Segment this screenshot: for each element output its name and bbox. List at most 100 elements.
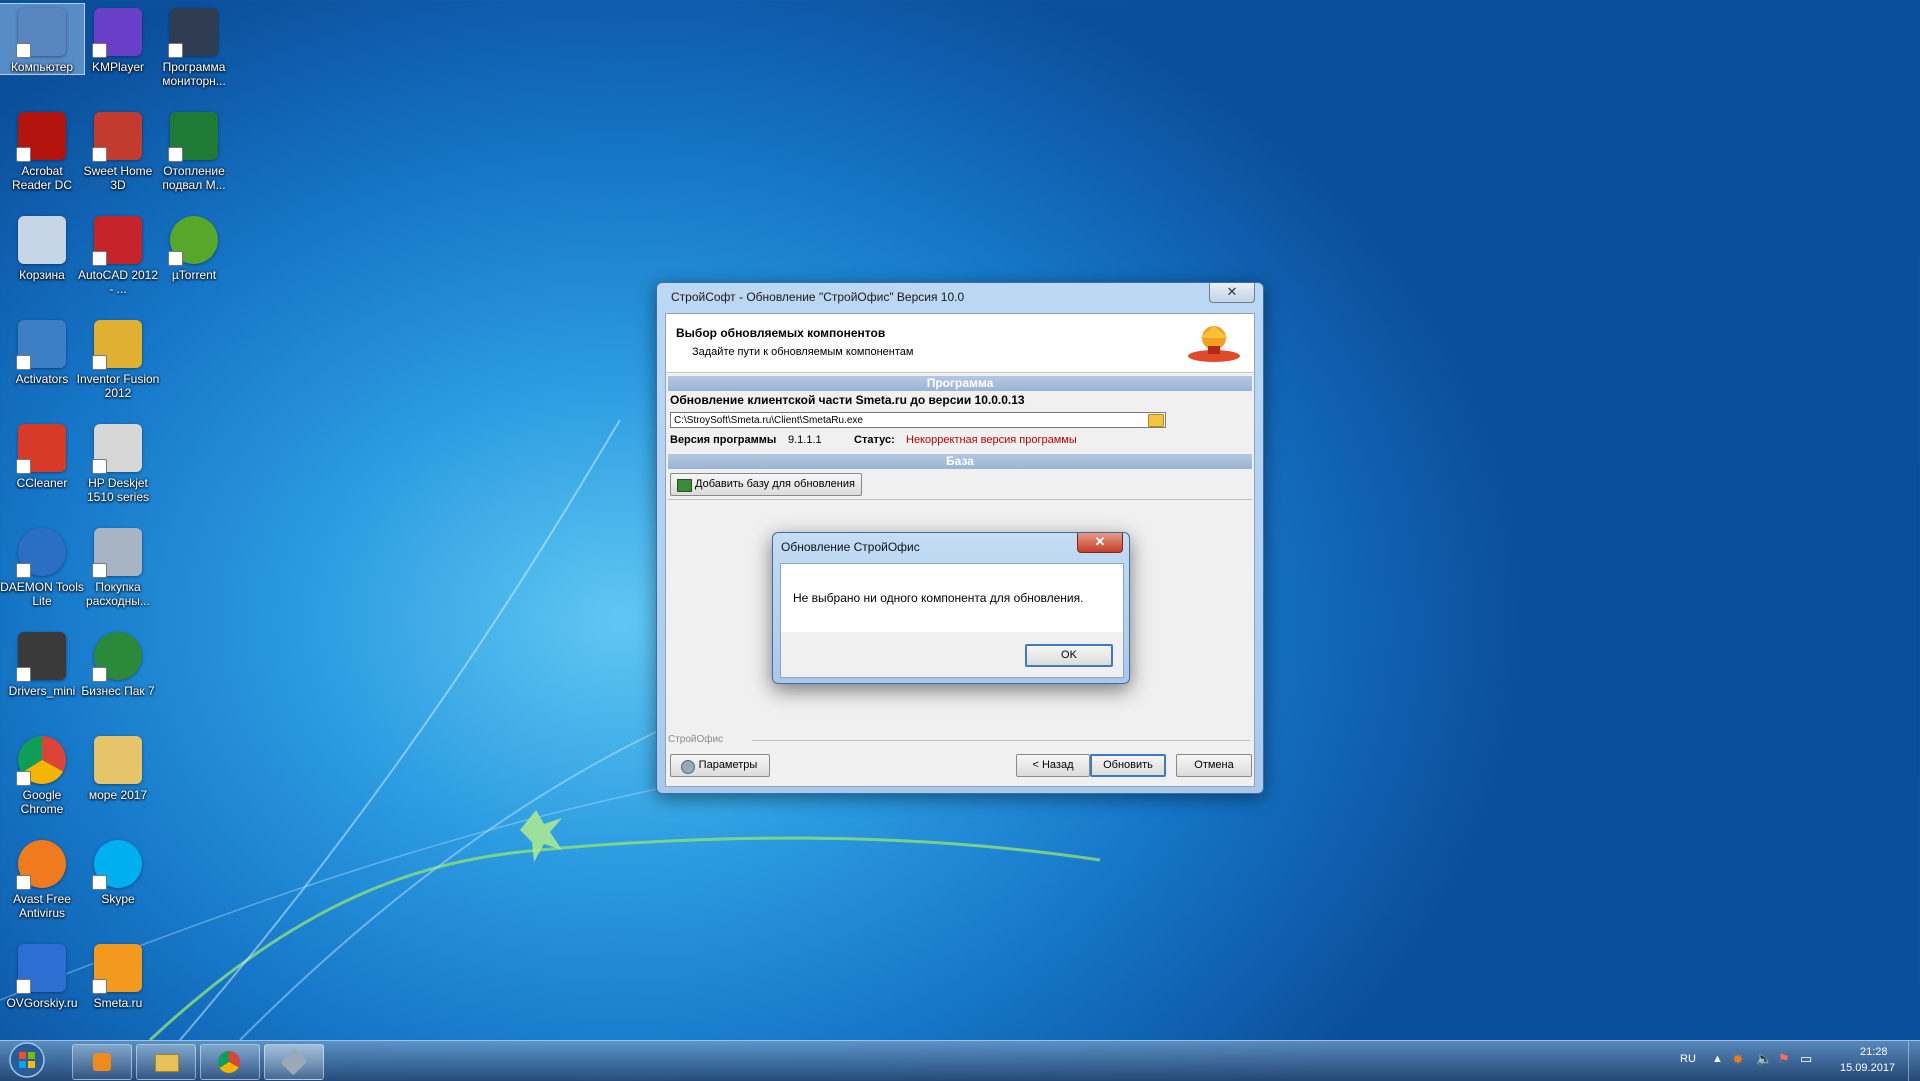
utorrent-icon [168,216,218,266]
icon-label: Avast Free Antivirus [13,892,71,920]
sweet-home-icon [92,112,142,162]
window-close-button[interactable]: ✕ [1209,283,1255,303]
desktop-icon-folder-more[interactable]: море 2017 [76,732,160,802]
language-indicator[interactable]: RU [1680,1053,1696,1065]
wizard-title: Выбор обновляемых компонентов [676,326,886,340]
dialog-close-button[interactable]: ✕ [1077,533,1123,553]
dialog-body: Не выбрано ни одного компонента для обно… [780,563,1124,678]
icon-label: AutoCAD 2012 - ... [77,268,159,296]
status-value: Некорректная версия программы [906,434,1077,446]
add-database-icon [677,479,692,492]
desktop-icon-computer[interactable]: Компьютер [0,3,85,75]
printer-supplies-icon [92,528,142,578]
desktop-icon-kmplayer[interactable]: KMPlayer [76,4,160,74]
taskbar: RU ▲ ✸ 🔈 ⚑ ▭ 21:28 15.09.2017 [0,1040,1920,1081]
skype-icon [92,840,142,890]
desktop-icon-skype[interactable]: Skype [76,836,160,906]
desktop-icon-hp-deskjet[interactable]: HP Deskjet 1510 series [76,420,160,504]
cancel-button[interactable]: Отмена [1176,754,1252,777]
desktop-icon-autocad[interactable]: AutoCAD 2012 - ... [76,212,160,296]
icon-label: Покупка расходны... [86,580,150,608]
status-label: Статус: [854,434,895,446]
show-desktop-button[interactable] [1908,1041,1920,1081]
version-value: 9.1.1.1 [788,434,822,446]
desktop-icon-business-pack[interactable]: Бизнес Пак 7 [76,628,160,698]
smeta-icon [92,944,142,994]
icon-label: HP Deskjet 1510 series [86,476,150,504]
recycle-bin-icon [18,216,66,264]
icon-label: Activators [15,372,69,386]
desktop-icon-sweethome[interactable]: Sweet Home 3D [76,108,160,192]
desktop-icon-recycle-bin[interactable]: Корзина [0,212,84,282]
avast-tray-icon[interactable]: ✸ [1732,1051,1744,1068]
icon-label: Smeta.ru [93,996,143,1010]
desktop-icon-chrome[interactable]: Google Chrome [0,732,84,816]
params-button[interactable]: Параметры [670,754,770,777]
taskbar-explorer[interactable] [136,1044,196,1080]
action-center-icon[interactable]: ▭ [1800,1051,1812,1067]
clock-time[interactable]: 21:28 [1860,1046,1888,1058]
business-pack-icon [92,632,142,682]
autocad-icon [92,216,142,266]
desktop-icon-avast[interactable]: Avast Free Antivirus [0,836,84,920]
taskbar-media-player[interactable] [72,1044,132,1080]
start-button[interactable] [4,1041,50,1079]
show-hidden-icons[interactable]: ▲ [1712,1053,1723,1065]
desktop-icon-purchase[interactable]: Покупка расходны... [76,524,160,608]
clock-date[interactable]: 15.09.2017 [1840,1062,1895,1074]
icon-label: DAEMON Tools Lite [0,580,84,608]
footer-divider [752,740,1250,741]
inventor-icon [92,320,142,370]
desktop-icon-drivers-mini[interactable]: Drivers_mini [0,628,84,698]
message-dialog: Обновление СтройОфис ✕ Не выбрано ни одн… [772,532,1130,684]
media-player-icon [93,1053,111,1071]
ok-button[interactable]: OK [1025,644,1113,667]
desktop-icon-inventor[interactable]: Inventor Fusion 2012 [76,316,160,400]
taskbar-stroysoft-updater[interactable] [264,1044,324,1080]
dialog-title: Обновление СтройОфис [781,540,920,554]
back-button[interactable]: < Назад [1016,754,1090,777]
activators-icon [16,320,66,370]
footer-group-label: СтройОфис [668,734,724,745]
section-base-header: База [668,454,1252,469]
update-button[interactable]: Обновить [1090,754,1166,777]
icon-label: µTorrent [171,268,217,282]
icon-label: Отопление подвал М... [162,164,226,192]
close-icon: ✕ [1094,534,1106,549]
network-error-icon[interactable]: ⚑ [1778,1051,1790,1067]
update-target-label: Обновление клиентской части Smeta.ru до … [670,393,1025,407]
wrench-icon [280,1048,308,1076]
folder-icon [94,736,142,784]
taskbar-chrome[interactable] [200,1044,260,1080]
desktop-icon-ovgorskiy[interactable]: OVGorskiy.ru [0,940,84,1010]
folder-icon[interactable] [1148,414,1164,427]
desktop-icon-excel-file[interactable]: Отопление подвал М... [152,108,236,192]
icon-label: Корзина [19,268,65,282]
desktop-icon-monitoring[interactable]: Программа мониторн... [152,4,236,88]
avast-icon [16,840,66,890]
icon-label: Бизнес Пак 7 [81,684,155,698]
printer-icon [92,424,142,474]
desktop-icon-ccleaner[interactable]: CCleaner [0,420,84,490]
program-path-input[interactable]: C:\StroySoft\Smeta.ru\Client\SmetaRu.exe [670,412,1166,428]
window-title: СтройСофт - Обновление "СтройОфис" Верси… [671,290,965,304]
desktop-icon-activators[interactable]: Activators [0,316,84,386]
computer-icon [16,8,66,58]
desktop-icon-utorrent[interactable]: µTorrent [152,212,236,282]
add-base-label: Добавить базу для обновления [695,478,855,490]
desktop-icon-smeta[interactable]: Smeta.ru [76,940,160,1010]
close-icon: ✕ [1226,284,1238,299]
icon-label: CCleaner [16,476,68,490]
desktop-icon-daemon-tools[interactable]: DAEMON Tools Lite [0,524,84,608]
icon-label: Sweet Home 3D [83,164,153,192]
add-base-button[interactable]: Добавить базу для обновления [670,473,862,496]
icon-label: KMPlayer [91,60,144,74]
desktop-icon-acrobat[interactable]: Acrobat Reader DC [0,108,84,192]
dialog-message-area: Не выбрано ни одного компонента для обно… [781,564,1123,632]
explorer-icon [155,1054,179,1072]
icon-label: Skype [101,892,135,906]
ovgorskiy-icon [16,944,66,994]
chrome-icon [16,736,66,786]
volume-icon[interactable]: 🔈 [1756,1051,1772,1067]
icon-label: Drivers_mini [8,684,76,698]
